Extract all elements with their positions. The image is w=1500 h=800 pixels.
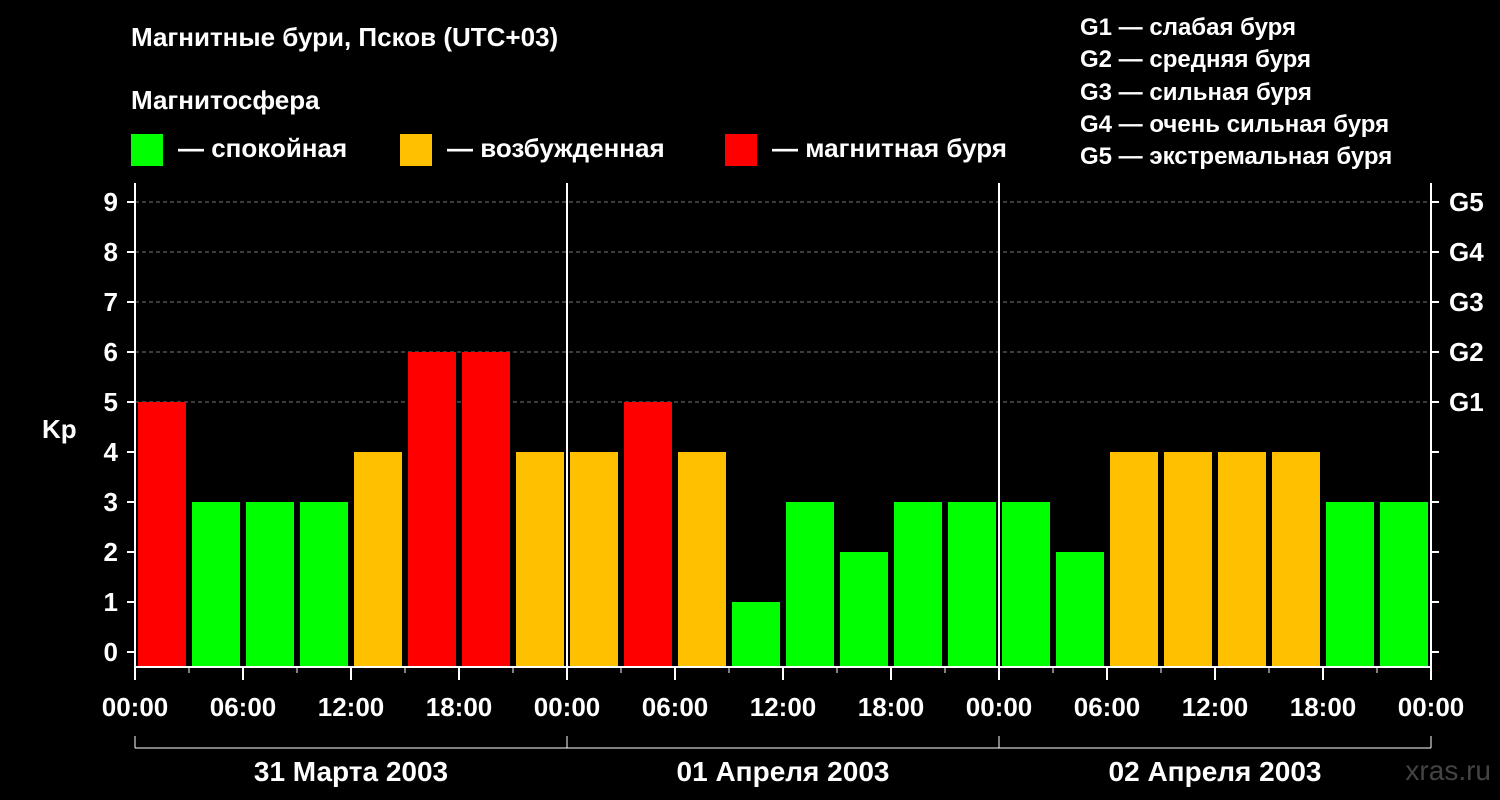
kp-bar: [1056, 552, 1104, 667]
x-tick-label: 12:00: [750, 692, 817, 722]
x-tick-label: 12:00: [1182, 692, 1249, 722]
y-tick-label: 6: [104, 337, 118, 367]
kp-bar: [678, 452, 726, 667]
kp-bar-chart: 0 1 2 3 4 5 6 7 8 9 G1 G2 G3 G4 G5 Kp 00:00 06:00 12:00 18:…: [42, 183, 1484, 787]
kp-bar: [462, 352, 510, 667]
x-tick-label: 06:00: [1074, 692, 1141, 722]
x-tick-label: 06:00: [642, 692, 709, 722]
x-tick-label: 18:00: [426, 692, 493, 722]
y-tick-label: 1: [104, 587, 118, 617]
g-level-label: G5: [1449, 187, 1484, 217]
kp-bar: [354, 452, 402, 667]
x-tick-label: 00:00: [102, 692, 169, 722]
kp-bar: [570, 452, 618, 667]
y-tick-label: 5: [104, 387, 118, 417]
g-level-label: G4: [1449, 237, 1484, 267]
day-label: 02 Апреля 2003: [1109, 756, 1322, 787]
kp-bar: [1164, 452, 1212, 667]
day-label: 01 Апреля 2003: [677, 756, 890, 787]
kp-bar: [192, 502, 240, 667]
y-tick-label: 2: [104, 537, 118, 567]
y-tick-label: 0: [104, 637, 118, 667]
x-tick-label: 18:00: [858, 692, 925, 722]
x-tick-label: 00:00: [1398, 692, 1465, 722]
watermark: xras.ru: [1405, 755, 1491, 786]
g-level-label: G3: [1449, 287, 1484, 317]
day-label: 31 Марта 2003: [254, 756, 448, 787]
kp-bar: [1002, 502, 1050, 667]
kp-bar: [786, 502, 834, 667]
kp-bar: [1218, 452, 1266, 667]
kp-bar: [138, 402, 186, 667]
x-tick-label: 06:00: [210, 692, 277, 722]
y-tick-label: 3: [104, 487, 118, 517]
kp-bar: [1380, 502, 1428, 667]
g-level-label: G1: [1449, 387, 1484, 417]
kp-bar: [300, 502, 348, 667]
g-level-label: G2: [1449, 337, 1484, 367]
kp-bar: [1110, 452, 1158, 667]
y-tick-label: 9: [104, 187, 118, 217]
x-tick-label: 00:00: [534, 692, 601, 722]
x-tick-label: 12:00: [318, 692, 385, 722]
kp-bar: [246, 502, 294, 667]
y-tick-label: 4: [104, 437, 119, 467]
y-axis-title: Kp: [42, 414, 77, 444]
x-tick-label: 18:00: [1290, 692, 1357, 722]
x-tick-label: 00:00: [966, 692, 1033, 722]
kp-bar: [624, 402, 672, 667]
kp-bar: [840, 552, 888, 667]
y-tick-label: 8: [104, 237, 118, 267]
kp-bar: [516, 452, 564, 667]
kp-bar: [1272, 452, 1320, 667]
kp-bar: [1326, 502, 1374, 667]
kp-bar: [732, 602, 780, 667]
kp-bar: [948, 502, 996, 667]
kp-bar: [408, 352, 456, 667]
y-tick-label: 7: [104, 287, 118, 317]
kp-bar: [894, 502, 942, 667]
